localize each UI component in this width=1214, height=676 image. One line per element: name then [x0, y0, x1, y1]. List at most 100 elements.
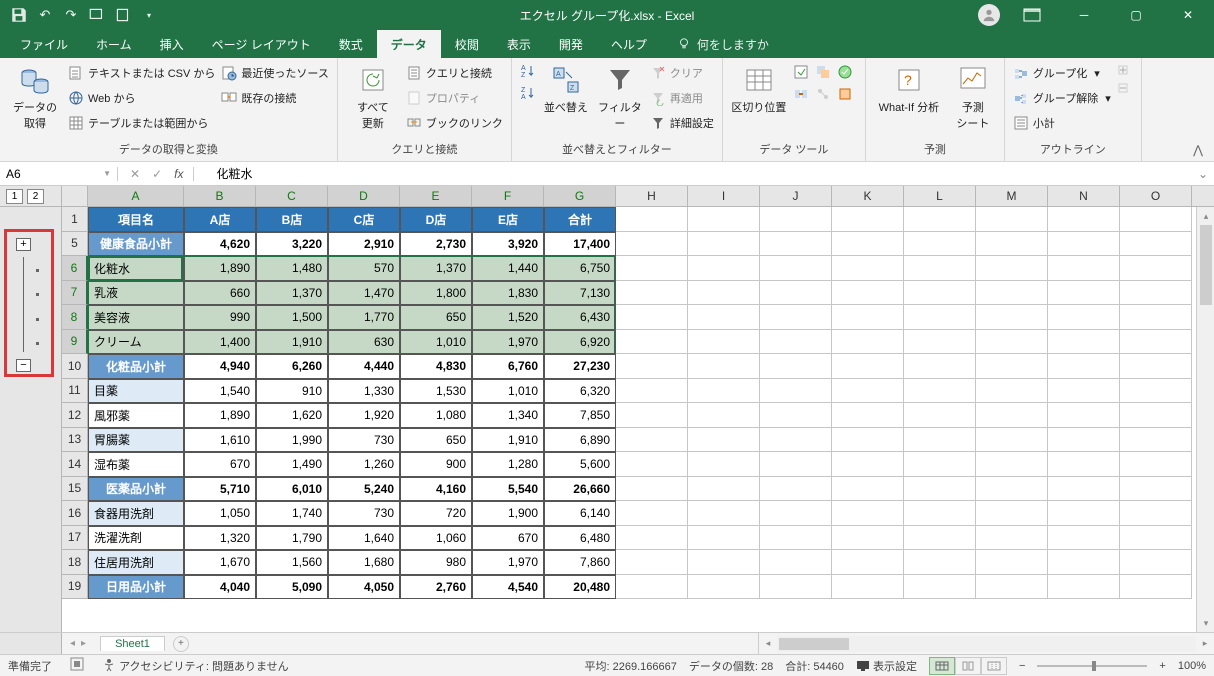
- column-header[interactable]: J: [760, 186, 832, 206]
- row-header[interactable]: 18: [62, 550, 88, 575]
- cell[interactable]: [976, 452, 1048, 477]
- cell[interactable]: [976, 477, 1048, 502]
- cell[interactable]: [832, 305, 904, 330]
- cell[interactable]: [832, 403, 904, 428]
- cell[interactable]: [1048, 428, 1120, 453]
- properties-button[interactable]: プロパティ: [406, 87, 503, 109]
- cell[interactable]: 6,430: [544, 305, 616, 330]
- cell[interactable]: 1,770: [328, 305, 400, 330]
- forecast-button[interactable]: 予測 シート: [950, 62, 996, 131]
- cell[interactable]: [760, 477, 832, 502]
- cell[interactable]: [904, 305, 976, 330]
- cell[interactable]: 4,940: [184, 354, 256, 379]
- cell[interactable]: 1,640: [328, 526, 400, 551]
- tell-me-search[interactable]: 何をしますか: [677, 36, 769, 53]
- cell[interactable]: [616, 256, 688, 281]
- cell[interactable]: 1,910: [256, 330, 328, 355]
- data-validation-button[interactable]: [837, 62, 857, 82]
- cell[interactable]: 730: [328, 428, 400, 453]
- add-sheet-button[interactable]: +: [173, 636, 189, 652]
- cell[interactable]: [904, 207, 976, 232]
- cell[interactable]: [760, 232, 832, 257]
- whatif-button[interactable]: ? What-If 分析: [874, 62, 944, 115]
- cell[interactable]: 720: [400, 501, 472, 526]
- status-macro-icon[interactable]: [70, 657, 84, 674]
- fx-icon[interactable]: fx: [174, 167, 194, 181]
- cell[interactable]: 6,750: [544, 256, 616, 281]
- cell[interactable]: 6,760: [472, 354, 544, 379]
- cell[interactable]: 1,060: [400, 526, 472, 551]
- sort-desc-button[interactable]: ZA: [520, 84, 536, 102]
- cell[interactable]: 1,610: [184, 428, 256, 453]
- close-button[interactable]: ✕: [1168, 0, 1208, 30]
- cell[interactable]: 5,090: [256, 575, 328, 600]
- cell[interactable]: 6,010: [256, 477, 328, 502]
- column-header[interactable]: H: [616, 186, 688, 206]
- cell[interactable]: 630: [328, 330, 400, 355]
- cell[interactable]: [904, 379, 976, 404]
- cell[interactable]: 1,560: [256, 550, 328, 575]
- cell[interactable]: [1048, 330, 1120, 355]
- cell[interactable]: [832, 526, 904, 551]
- cell[interactable]: [976, 501, 1048, 526]
- cell[interactable]: [1120, 281, 1192, 306]
- cell[interactable]: [976, 207, 1048, 232]
- cell[interactable]: [1048, 207, 1120, 232]
- cell[interactable]: 4,830: [400, 354, 472, 379]
- cell[interactable]: [832, 354, 904, 379]
- column-header[interactable]: K: [832, 186, 904, 206]
- cell[interactable]: [616, 330, 688, 355]
- subtotal-button[interactable]: 小計: [1013, 112, 1111, 134]
- redo-icon[interactable]: ↷: [62, 6, 80, 24]
- cell[interactable]: 1,480: [256, 256, 328, 281]
- cell[interactable]: 1,890: [184, 403, 256, 428]
- cell[interactable]: [616, 428, 688, 453]
- cell[interactable]: [904, 354, 976, 379]
- cell[interactable]: [616, 452, 688, 477]
- column-header[interactable]: L: [904, 186, 976, 206]
- ribbon-options-icon[interactable]: [1012, 0, 1052, 30]
- cell[interactable]: 1,440: [472, 256, 544, 281]
- cell[interactable]: 日用品小計: [88, 575, 184, 600]
- cell[interactable]: 医薬品小計: [88, 477, 184, 502]
- cell[interactable]: 1,520: [472, 305, 544, 330]
- cell[interactable]: 2,760: [400, 575, 472, 600]
- existing-connections-button[interactable]: 既存の接続: [221, 87, 328, 109]
- advanced-filter-button[interactable]: 詳細設定: [650, 112, 714, 134]
- cell[interactable]: [1048, 281, 1120, 306]
- cell[interactable]: 4,050: [328, 575, 400, 600]
- cell[interactable]: [976, 354, 1048, 379]
- qat-dropdown[interactable]: ▾: [140, 6, 158, 24]
- cell[interactable]: [1048, 354, 1120, 379]
- cell[interactable]: 4,540: [472, 575, 544, 600]
- cell[interactable]: [904, 256, 976, 281]
- cell[interactable]: [688, 330, 760, 355]
- row-header[interactable]: 7: [62, 281, 88, 306]
- column-header[interactable]: M: [976, 186, 1048, 206]
- cell[interactable]: [832, 379, 904, 404]
- name-box[interactable]: A6▼: [0, 167, 118, 181]
- cell[interactable]: 6,140: [544, 501, 616, 526]
- cell[interactable]: [688, 354, 760, 379]
- data-model-button[interactable]: [837, 84, 857, 104]
- column-header[interactable]: A: [88, 186, 184, 206]
- row-header[interactable]: 11: [62, 379, 88, 404]
- cell[interactable]: [976, 256, 1048, 281]
- cell[interactable]: 650: [400, 428, 472, 453]
- cell[interactable]: 3,920: [472, 232, 544, 257]
- normal-view-button[interactable]: [929, 657, 955, 675]
- cell[interactable]: 1,920: [328, 403, 400, 428]
- consolidate-button[interactable]: [793, 84, 813, 104]
- cell[interactable]: [616, 379, 688, 404]
- cell[interactable]: B店: [256, 207, 328, 232]
- cell[interactable]: [832, 207, 904, 232]
- grid-body[interactable]: 1項目名A店B店C店D店E店合計5健康食品小計4,6203,2202,9102,…: [62, 207, 1214, 632]
- cell[interactable]: [832, 281, 904, 306]
- cell[interactable]: [616, 575, 688, 600]
- cell[interactable]: 1,490: [256, 452, 328, 477]
- cell[interactable]: 湿布薬: [88, 452, 184, 477]
- cell[interactable]: [760, 452, 832, 477]
- cell[interactable]: [904, 452, 976, 477]
- user-avatar[interactable]: [978, 4, 1000, 26]
- cell[interactable]: 7,860: [544, 550, 616, 575]
